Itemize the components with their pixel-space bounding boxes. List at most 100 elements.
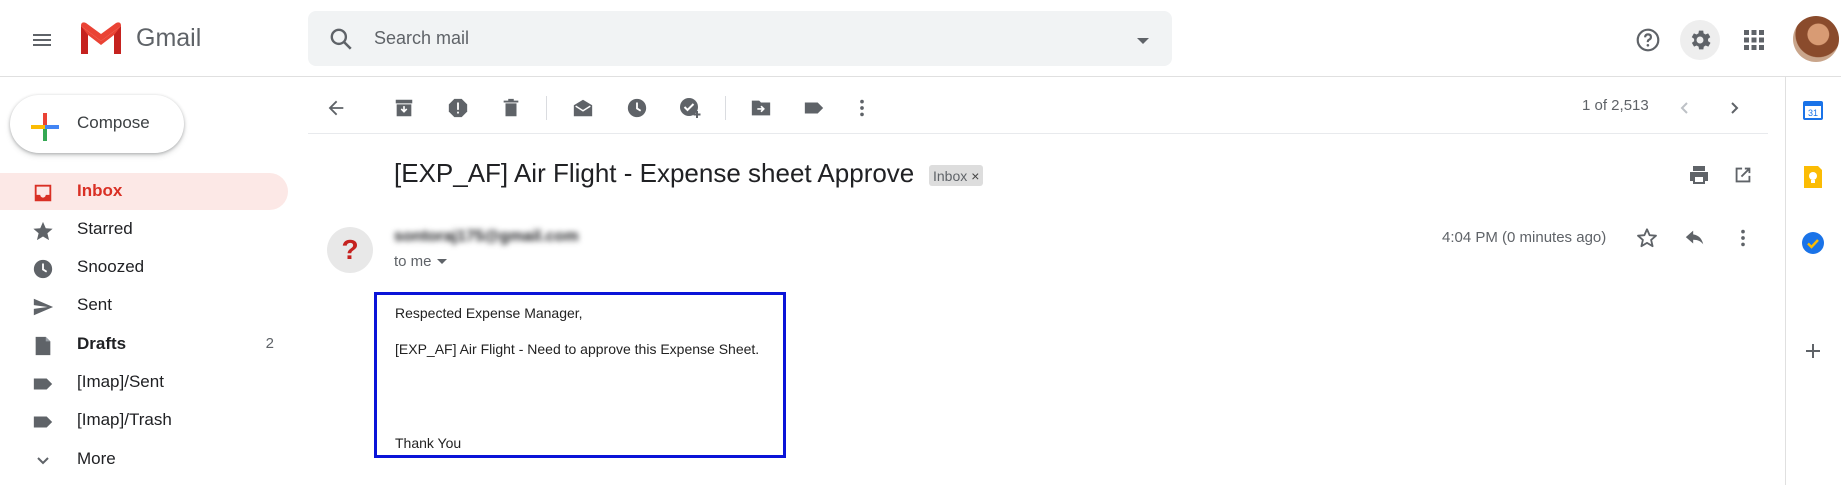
label-icon — [804, 102, 824, 114]
sidebar-item-starred[interactable]: Starred — [0, 211, 288, 248]
compose-plus-icon — [31, 113, 59, 141]
apps-button[interactable] — [1734, 20, 1774, 60]
plus-icon — [1806, 344, 1820, 358]
compose-button[interactable]: Compose — [10, 95, 184, 153]
star-icon — [32, 220, 54, 242]
star-outline-icon — [1637, 228, 1657, 248]
get-addons-button[interactable] — [1798, 336, 1828, 366]
account-avatar[interactable] — [1793, 16, 1839, 62]
drafts-count: 2 — [265, 335, 274, 352]
recipients-toggle[interactable]: to me — [394, 253, 448, 270]
compose-label: Compose — [77, 113, 150, 132]
calendar-day: 31 — [1808, 108, 1818, 118]
clock-icon — [32, 258, 54, 280]
sidebar-item-inbox[interactable]: Inbox — [0, 173, 288, 210]
snooze-button[interactable] — [621, 92, 653, 124]
draft-file-icon — [32, 335, 54, 357]
apps-grid-icon — [1744, 30, 1764, 50]
search-icon[interactable] — [328, 26, 354, 57]
sidebar-item-label: More — [77, 449, 116, 468]
message-body: Respected Expense Manager, [EXP_AF] Air … — [374, 292, 786, 458]
print-button[interactable] — [1683, 159, 1715, 191]
sidebar-item-sent[interactable]: Sent — [0, 287, 288, 324]
sidebar-item-drafts[interactable]: Drafts 2 — [0, 326, 288, 363]
older-button[interactable] — [1718, 92, 1750, 124]
label-icon — [32, 411, 54, 433]
body-greeting: Respected Expense Manager, — [395, 305, 583, 321]
back-button[interactable] — [320, 92, 352, 124]
move-to-button[interactable] — [745, 92, 777, 124]
inbox-icon — [32, 182, 54, 204]
remove-label-icon[interactable]: × — [971, 168, 979, 184]
archive-button[interactable] — [388, 92, 420, 124]
message-more-button[interactable] — [1727, 222, 1759, 254]
keep-bulb-icon — [1804, 166, 1822, 188]
tasks-check-icon — [1802, 232, 1824, 254]
newer-button[interactable] — [1669, 92, 1701, 124]
tasks-addon[interactable] — [1798, 228, 1828, 258]
sender-avatar: ? — [327, 227, 373, 273]
search-input[interactable] — [374, 23, 1074, 53]
mark-unread-icon — [573, 99, 593, 117]
sidebar-item-label: Drafts — [77, 334, 127, 353]
arrow-back-icon — [328, 100, 344, 116]
sender-email[interactable]: sontoraj175@gmail.com — [394, 228, 579, 246]
search-options-icon[interactable] — [1136, 33, 1150, 51]
gmail-m-icon — [81, 22, 121, 54]
toolbar-divider — [546, 96, 547, 120]
sidebar-item-snoozed[interactable]: Snoozed — [0, 249, 288, 286]
open-in-new-window-button[interactable] — [1727, 159, 1759, 191]
sidebar-item-imap-trash[interactable]: [Imap]/Trash — [0, 402, 288, 439]
more-vert-icon — [860, 99, 864, 117]
gmail-logo[interactable]: Gmail — [78, 20, 201, 56]
sidebar-item-imap-sent[interactable]: [Imap]/Sent — [0, 364, 288, 401]
report-spam-icon — [448, 98, 468, 118]
main-menu-button[interactable] — [24, 22, 60, 58]
star-button[interactable] — [1631, 222, 1663, 254]
reply-icon — [1685, 230, 1704, 245]
mark-unread-button[interactable] — [567, 92, 599, 124]
message-toolbar: 1 of 2,513 — [308, 80, 1768, 134]
more-vert-icon — [1741, 229, 1745, 247]
sidebar-item-more[interactable]: More — [0, 441, 288, 478]
sidebar-item-label: [Imap]/Sent — [77, 372, 164, 391]
keep-addon[interactable] — [1798, 162, 1828, 192]
caret-down-icon — [436, 258, 447, 264]
archive-icon — [395, 99, 413, 117]
delete-button[interactable] — [495, 92, 527, 124]
settings-button[interactable] — [1680, 20, 1720, 60]
add-to-tasks-button[interactable] — [674, 92, 706, 124]
gear-icon — [1691, 30, 1711, 50]
label-icon — [32, 373, 54, 395]
add-task-icon — [680, 98, 701, 118]
help-icon — [1636, 28, 1660, 52]
sidebar-item-label: Sent — [77, 295, 112, 314]
top-bar: Gmail — [0, 0, 1841, 77]
move-to-folder-icon — [751, 100, 771, 116]
calendar-icon: 31 — [1803, 101, 1823, 120]
app-name: Gmail — [136, 23, 202, 52]
print-icon — [1690, 166, 1708, 184]
sidebar-item-label: Snoozed — [77, 257, 145, 276]
report-spam-button[interactable] — [442, 92, 474, 124]
more-actions-button[interactable] — [846, 92, 878, 124]
label-badge-text: Inbox — [933, 167, 968, 184]
chevron-down-icon — [32, 450, 54, 472]
search-bar — [308, 11, 1172, 66]
chevron-right-icon — [1731, 102, 1739, 114]
message-time: 4:04 PM (0 minutes ago) — [1442, 229, 1607, 246]
help-button[interactable] — [1628, 20, 1668, 60]
send-icon — [32, 296, 54, 318]
snooze-clock-icon — [627, 98, 647, 118]
calendar-addon[interactable]: 31 — [1798, 95, 1828, 125]
pagination-count: 1 of 2,513 — [1582, 97, 1649, 114]
labels-button[interactable] — [798, 92, 830, 124]
reply-button[interactable] — [1679, 222, 1711, 254]
toolbar-divider — [725, 96, 726, 120]
sidebar-item-label: Inbox — [77, 181, 123, 200]
sidebar-item-label: [Imap]/Trash — [77, 410, 172, 429]
sidebar-item-label: Starred — [77, 219, 133, 238]
message-subject: [EXP_AF] Air Flight - Expense sheet Appr… — [394, 158, 915, 188]
hamburger-icon — [33, 34, 51, 46]
side-panel: 31 — [1785, 77, 1841, 485]
